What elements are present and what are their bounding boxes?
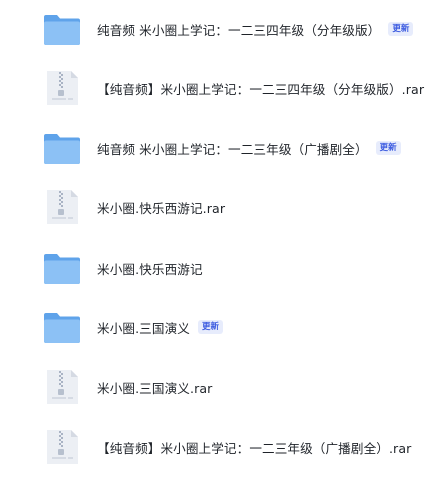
- file-row-archive[interactable]: 【纯音频】米小圈上学记：一二三四年级（分年级版）.rar: [0, 60, 439, 116]
- folder-icon: [43, 308, 81, 346]
- file-row-folder[interactable]: 纯音频 米小圈上学记：一二三四年级（分年级版） 更新: [0, 1, 439, 57]
- file-name: 米小圈.快乐西游记.rar: [97, 200, 226, 216]
- file-list: 纯音频 米小圈上学记：一二三四年级（分年级版） 更新 【纯音频】米小圈上学记：一…: [0, 0, 439, 481]
- file-name: 米小圈.快乐西游记: [97, 261, 203, 277]
- archive-file-icon: [43, 69, 81, 107]
- update-badge: 更新: [388, 22, 414, 36]
- file-row-archive[interactable]: 【纯音频】米小圈上学记：一二三年级（广播剧全）.rar: [0, 419, 439, 475]
- file-name: 米小圈.三国演义.rar: [97, 380, 213, 396]
- archive-file-icon: [43, 368, 81, 406]
- file-row-archive[interactable]: 米小圈.三国演义.rar: [0, 359, 439, 415]
- file-name: 纯音频 米小圈上学记：一二三年级（广播剧全）: [97, 141, 368, 157]
- file-row-archive[interactable]: 米小圈.快乐西游记.rar: [0, 179, 439, 235]
- update-badge: 更新: [197, 320, 223, 334]
- file-row-folder[interactable]: 纯音频 米小圈上学记：一二三年级（广播剧全） 更新: [0, 120, 439, 176]
- folder-icon: [43, 249, 81, 287]
- folder-icon: [43, 129, 81, 167]
- archive-file-icon: [43, 188, 81, 226]
- file-name: 【纯音频】米小圈上学记：一二三年级（广播剧全）.rar: [97, 440, 412, 456]
- file-row-folder[interactable]: 米小圈.快乐西游记: [0, 240, 439, 296]
- archive-file-icon: [43, 428, 81, 466]
- file-row-folder[interactable]: 米小圈.三国演义 更新: [0, 299, 439, 355]
- file-name: 【纯音频】米小圈上学记：一二三四年级（分年级版）.rar: [97, 81, 425, 97]
- file-name: 米小圈.三国演义: [97, 320, 190, 336]
- folder-icon: [43, 10, 81, 48]
- update-badge: 更新: [375, 141, 401, 155]
- file-name: 纯音频 米小圈上学记：一二三四年级（分年级版）: [97, 22, 381, 38]
